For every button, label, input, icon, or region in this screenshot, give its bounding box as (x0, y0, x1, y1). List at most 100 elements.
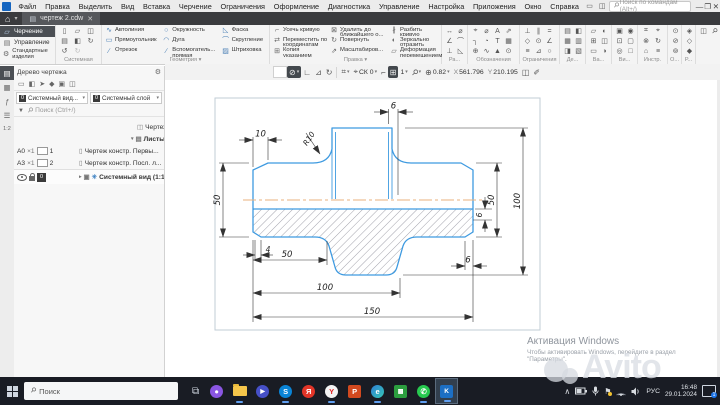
tab-close-icon[interactable]: ✕ (87, 15, 93, 23)
tray-chevron-icon[interactable]: ∧ (564, 387, 570, 396)
save-icon[interactable]: ◫ (87, 27, 94, 35)
refresh-icon[interactable]: ↻ (88, 37, 94, 45)
datum-icon[interactable]: ⌖ (474, 27, 478, 35)
menu-drawing[interactable]: Черчение (175, 2, 217, 11)
tree-panel-toggle[interactable]: ▤ (0, 66, 14, 80)
filter-icon[interactable]: ▼ (18, 108, 24, 114)
tool-deform[interactable]: ▱ Деформация перемещением (390, 47, 442, 57)
detail-icon-6[interactable]: ▧ (575, 47, 582, 55)
taskbar-app-yandex-browser[interactable]: Y (320, 378, 343, 404)
close-button[interactable]: ✕ (712, 2, 720, 11)
tree-tool-5-icon[interactable]: ▣ (59, 80, 66, 88)
o-icon-3[interactable]: ⊚ (673, 47, 679, 55)
menu-management[interactable]: Управление (375, 2, 424, 11)
tool-scale[interactable]: ⇗ Масштабиров... (330, 47, 388, 57)
language-indicator[interactable]: РУС (646, 388, 660, 395)
tool-segment[interactable]: ∕ Отрезок (105, 47, 160, 57)
tree-tool-4-icon[interactable]: ◆ (49, 80, 54, 88)
linear-dimension-icon[interactable]: ↔ (446, 28, 453, 35)
view-icon-1[interactable]: ▣ (616, 27, 623, 35)
tool-circle[interactable]: ○ Окружность (162, 26, 219, 36)
taskbar-app-whatsapp[interactable]: ✆ (412, 378, 435, 404)
angle-snap-button[interactable]: ⊿ (313, 66, 324, 78)
clock[interactable]: 16:48 29.01.2024 (665, 384, 697, 398)
grid-button[interactable]: ⌗ ▾ (339, 66, 351, 78)
panel-icon[interactable]: ◫ (700, 27, 707, 35)
tool-trim[interactable]: ⌐ Усечь кривую (273, 26, 328, 36)
align-icon[interactable]: ≡ (525, 48, 529, 55)
page-button[interactable]: ◫ (520, 66, 532, 78)
layers-panel-toggle[interactable]: ▦ (0, 80, 14, 94)
view-icon-4[interactable]: ▢ (627, 37, 634, 45)
variant-icon-3[interactable]: ⊞ (591, 37, 597, 45)
print-icon[interactable]: ▤ (61, 37, 68, 45)
variant-icon-5[interactable]: ▭ (590, 47, 597, 55)
home-icon[interactable]: ⌂ (0, 14, 14, 24)
taskbar-search-input[interactable]: ⚲ Поиск (24, 382, 178, 400)
expand-caret-icon[interactable]: ▸ (79, 174, 82, 180)
new-document-icon[interactable]: ▯ (63, 27, 67, 35)
perpendicular-dimension-icon[interactable]: ⊥ (446, 47, 452, 55)
variant-icon-6[interactable]: ◑ (602, 48, 606, 55)
sheet-orientation-icon[interactable] (36, 147, 48, 155)
task-view-icon[interactable]: ⧉ (192, 386, 199, 397)
redo-icon[interactable]: ↻ (75, 47, 81, 55)
document-tab[interactable]: ▤ чертеж 2.cdw ✕ (22, 12, 101, 25)
tree-tool-1-icon[interactable]: ▭ (18, 80, 25, 88)
rotate-tool-icon[interactable]: ↻ (655, 37, 661, 45)
detail-icon-3[interactable]: ▦ (564, 37, 571, 45)
view-icon-5[interactable]: ◎ (616, 47, 622, 55)
tangent-icon[interactable]: ◇ (525, 37, 530, 45)
corner-button[interactable]: ⌐ (379, 66, 388, 78)
minimize-button[interactable]: — (695, 2, 704, 11)
zoom-panel-icon[interactable]: ⚲ (710, 26, 719, 36)
concentric-icon[interactable]: ⊙ (536, 37, 542, 45)
triangle-dimension-icon[interactable]: ◺ (458, 47, 463, 55)
menu-file[interactable]: Файл (14, 2, 41, 11)
angle-icon[interactable]: ∠ (546, 37, 552, 45)
ribbon-tab-standard-parts[interactable]: ⚙ Стандартные изделия (0, 48, 55, 61)
tree-tool-3-icon[interactable]: ➤ (39, 80, 45, 88)
tool-rectangle[interactable]: ▭ Прямоугольник (105, 36, 160, 46)
equal-icon[interactable]: = (547, 28, 551, 35)
command-search-input[interactable]: ⚲ Поиск по командам (Alt+/) (608, 0, 692, 13)
tree-sheet-row-2[interactable]: А3 ×1 2 ▯ Чертеж констр. Посл. л... (14, 157, 164, 169)
security-flag-icon[interactable]: ⚑ (604, 387, 613, 396)
tree-view-row[interactable]: 0 ▸ ▣ ✳ Системный вид (1:1) (14, 169, 164, 184)
taskbar-app-explorer[interactable] (228, 378, 251, 404)
numbering-panel-toggle[interactable]: 1:2 (0, 122, 14, 136)
tree-node-drawing[interactable]: ◫Чертеж (14, 121, 164, 133)
zoom-tool-button[interactable]: ⚲ ▾ (409, 66, 423, 78)
ribbon-tab-management[interactable]: ▤ Управление (0, 37, 55, 48)
panel-settings-gear-icon[interactable]: ⚙ (155, 68, 161, 76)
menu-view[interactable]: Вид (117, 2, 139, 11)
lock-icon[interactable] (29, 172, 35, 181)
taskbar-app-powerpoint[interactable]: P (343, 378, 366, 404)
menu-formatting[interactable]: Оформление (269, 2, 323, 11)
snap-button[interactable]: ⊞ (387, 66, 399, 78)
tree-search-input[interactable]: ▼ ⚲ Поиск (Ctrl+/) (14, 105, 164, 117)
menu-window[interactable]: Окно (520, 2, 546, 11)
r-icon-2[interactable]: ◇ (687, 37, 692, 45)
weld-icon[interactable]: ⊕ (473, 47, 479, 55)
tool-chamfer[interactable]: ◺ Фаска (222, 26, 267, 36)
sheet-orientation-icon[interactable] (36, 159, 48, 167)
home-tool-icon[interactable]: ⌂ (644, 48, 648, 55)
tool-rotate[interactable]: ↻ Повернуть (330, 36, 388, 46)
view-number-select[interactable]: 1 ▾ (398, 66, 409, 78)
leader-icon[interactable]: ⇗ (506, 27, 512, 35)
taskbar-app-skype[interactable]: S (274, 378, 297, 404)
coincident-icon[interactable]: ○ (547, 48, 551, 55)
diameter-icon[interactable]: ⌀ (484, 27, 488, 35)
fix-icon[interactable]: ⊿ (536, 47, 542, 55)
tool-fillet[interactable]: ⌒ Скругление (222, 36, 267, 46)
layout-toggle-icon[interactable]: ▭ (583, 2, 596, 10)
tree-node-sheets[interactable]: ▾ ▤ Листы (14, 133, 164, 145)
taskbar-app-alice[interactable]: ● (205, 378, 228, 404)
taskbar-app-edge[interactable]: e (366, 378, 389, 404)
grid-tool-icon[interactable]: ⌗ (644, 27, 648, 35)
menu-edit[interactable]: Правка (41, 2, 74, 11)
variant-icon-1[interactable]: ▱ (591, 27, 596, 35)
expand-caret-icon[interactable]: ▾ (131, 136, 134, 142)
angle-dimension-icon[interactable]: ∠ (446, 37, 452, 45)
